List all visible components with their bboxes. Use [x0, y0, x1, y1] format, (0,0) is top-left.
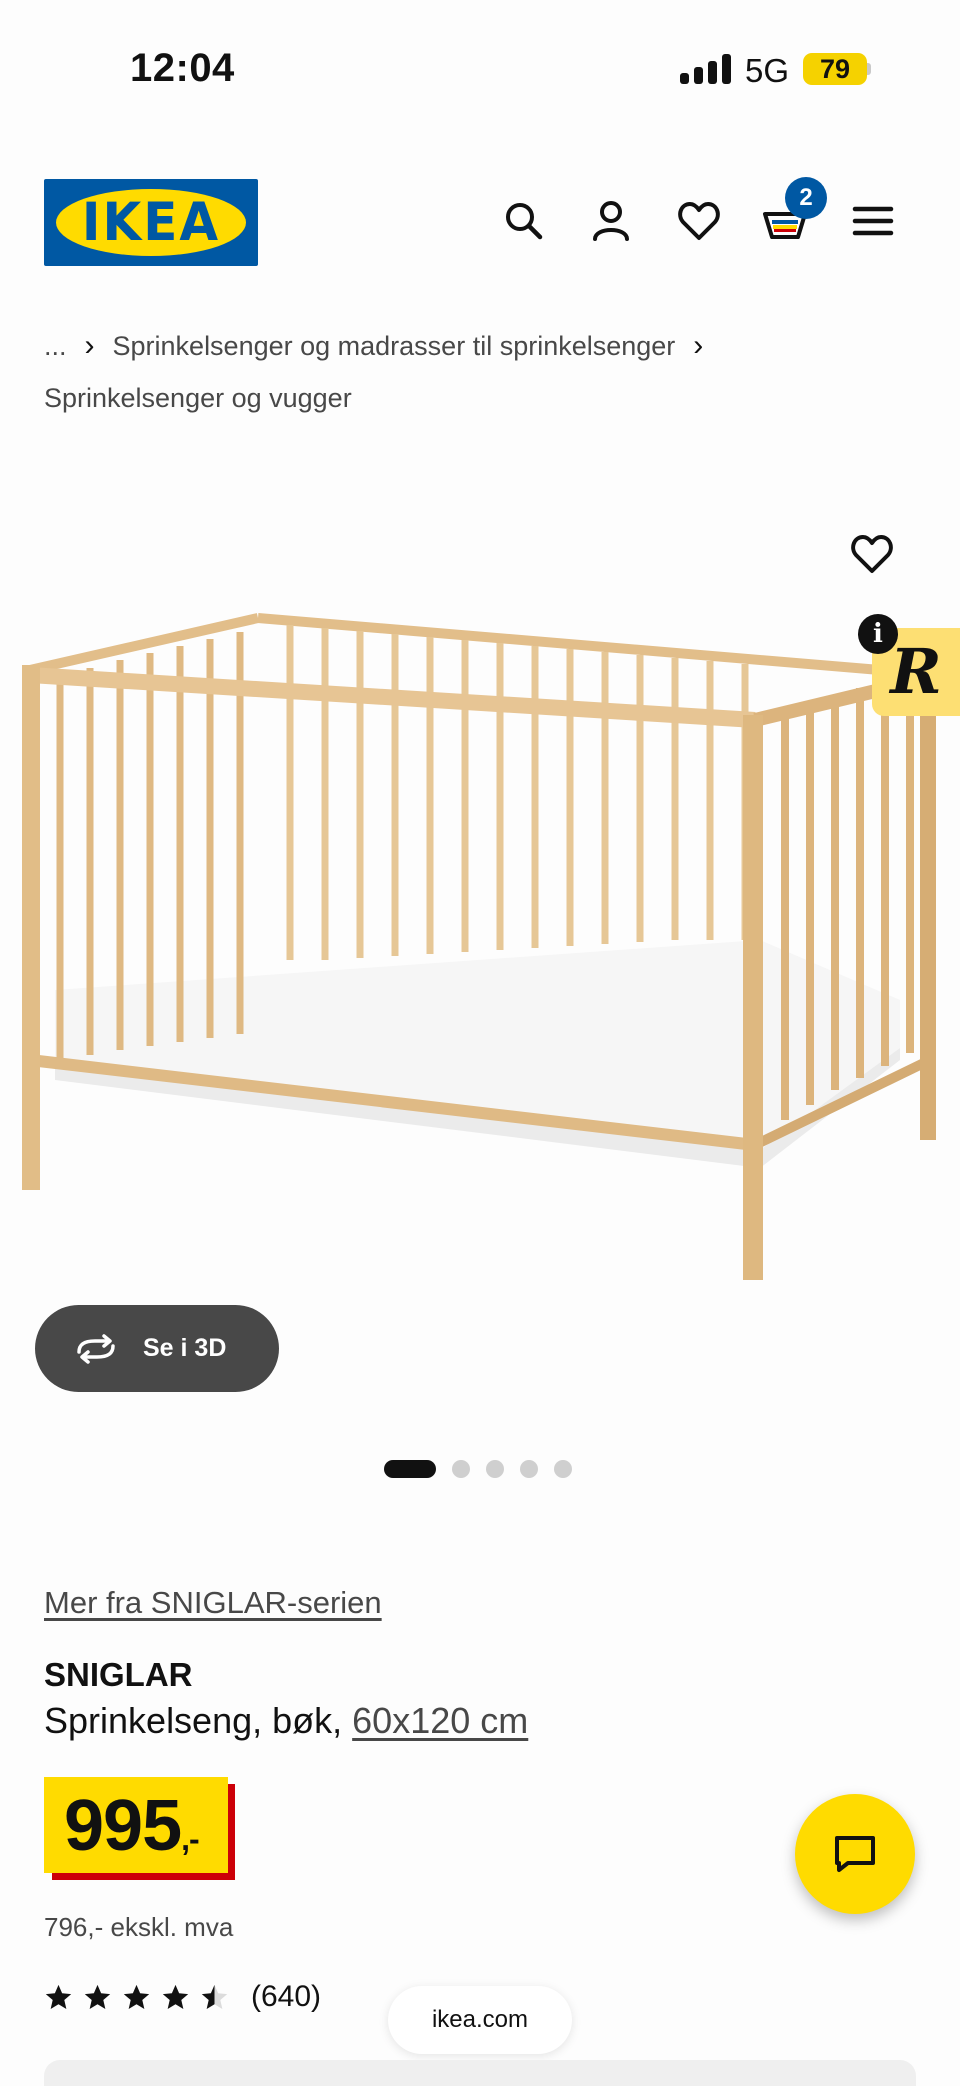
- product-rating[interactable]: (640): [44, 1980, 321, 2014]
- gallery-dot-5[interactable]: [554, 1460, 572, 1478]
- breadcrumb-item-cribs-mattresses[interactable]: Sprinkelsenger og madrasser til sprinkel…: [113, 320, 676, 372]
- chat-button[interactable]: [795, 1794, 915, 1914]
- rotate-3d-icon: [77, 1333, 115, 1364]
- breadcrumb-line-2: Sprinkelsenger og vugger: [44, 372, 924, 424]
- product-name: SNIGLAR: [44, 1656, 193, 1693]
- gallery-dot-1[interactable]: [384, 1460, 436, 1478]
- gallery-dot-3[interactable]: [486, 1460, 504, 1478]
- cart-count-badge: 2: [785, 177, 827, 219]
- breadcrumb-line-1: ... › Sprinkelsenger og madrasser til sp…: [44, 320, 924, 372]
- chat-bubble-icon: [835, 1836, 875, 1872]
- breadcrumb: ... › Sprinkelsenger og madrasser til sp…: [44, 320, 924, 424]
- info-icon[interactable]: i: [858, 614, 898, 654]
- browser-url-pill[interactable]: ikea.com: [388, 1986, 572, 2054]
- status-time: 12:04: [130, 46, 235, 90]
- gallery-pagination: [384, 1460, 572, 1478]
- star-icon: [45, 1984, 72, 2009]
- chevron-right-icon: ›: [84, 329, 95, 362]
- price-suffix: ,-: [181, 1821, 200, 1857]
- menu-hamburger-icon[interactable]: [849, 197, 897, 245]
- battery-tip: [867, 63, 871, 75]
- wishlist-heart-icon[interactable]: [675, 197, 723, 245]
- ikea-logo[interactable]: IKEA: [44, 179, 258, 266]
- site-header: IKEA 2: [0, 150, 960, 300]
- cellular-signal-icon: [680, 54, 731, 84]
- price-amount: 995: [64, 1786, 182, 1866]
- product-image-crib[interactable]: [0, 500, 960, 1320]
- price-excluding-vat: 796,- ekskl. mva: [44, 1912, 234, 1942]
- price-tag: 995,-: [44, 1777, 228, 1873]
- product-type: Sprinkelseng, bøk,: [44, 1700, 353, 1741]
- next-section-card: [44, 2060, 916, 2086]
- network-type: 5G: [745, 52, 790, 89]
- product-size-link[interactable]: 60x120 cm: [352, 1700, 528, 1741]
- search-icon[interactable]: [500, 197, 548, 245]
- half-star-icon: [201, 1984, 228, 2009]
- breadcrumb-ellipsis[interactable]: ...: [44, 320, 67, 372]
- rating-count: (640): [251, 1980, 322, 2013]
- product-description: Sprinkelseng, bøk, 60x120 cm: [44, 1700, 528, 1742]
- view-in-3d-label: Se i 3D: [143, 1334, 227, 1362]
- star-icon: [84, 1984, 111, 2009]
- status-bar: 12:04 5G 79: [0, 0, 960, 140]
- series-link[interactable]: Mer fra SNIGLAR-serien: [44, 1585, 382, 1621]
- star-icon: [162, 1984, 189, 2009]
- battery-level: 79: [819, 54, 851, 84]
- star-icon: [123, 1984, 150, 2009]
- price-value: 995,-: [64, 1785, 200, 1867]
- logo-text: IKEA: [81, 191, 221, 253]
- product-favorite-heart-icon[interactable]: [848, 530, 896, 578]
- account-icon[interactable]: [587, 197, 635, 245]
- gallery-dot-4[interactable]: [520, 1460, 538, 1478]
- view-in-3d-button[interactable]: Se i 3D: [35, 1305, 279, 1392]
- gallery-dot-2[interactable]: [452, 1460, 470, 1478]
- breadcrumb-item-cribs-cradles[interactable]: Sprinkelsenger og vugger: [44, 372, 352, 424]
- battery-icon: 79: [803, 53, 867, 85]
- chevron-right-icon: ›: [693, 329, 704, 362]
